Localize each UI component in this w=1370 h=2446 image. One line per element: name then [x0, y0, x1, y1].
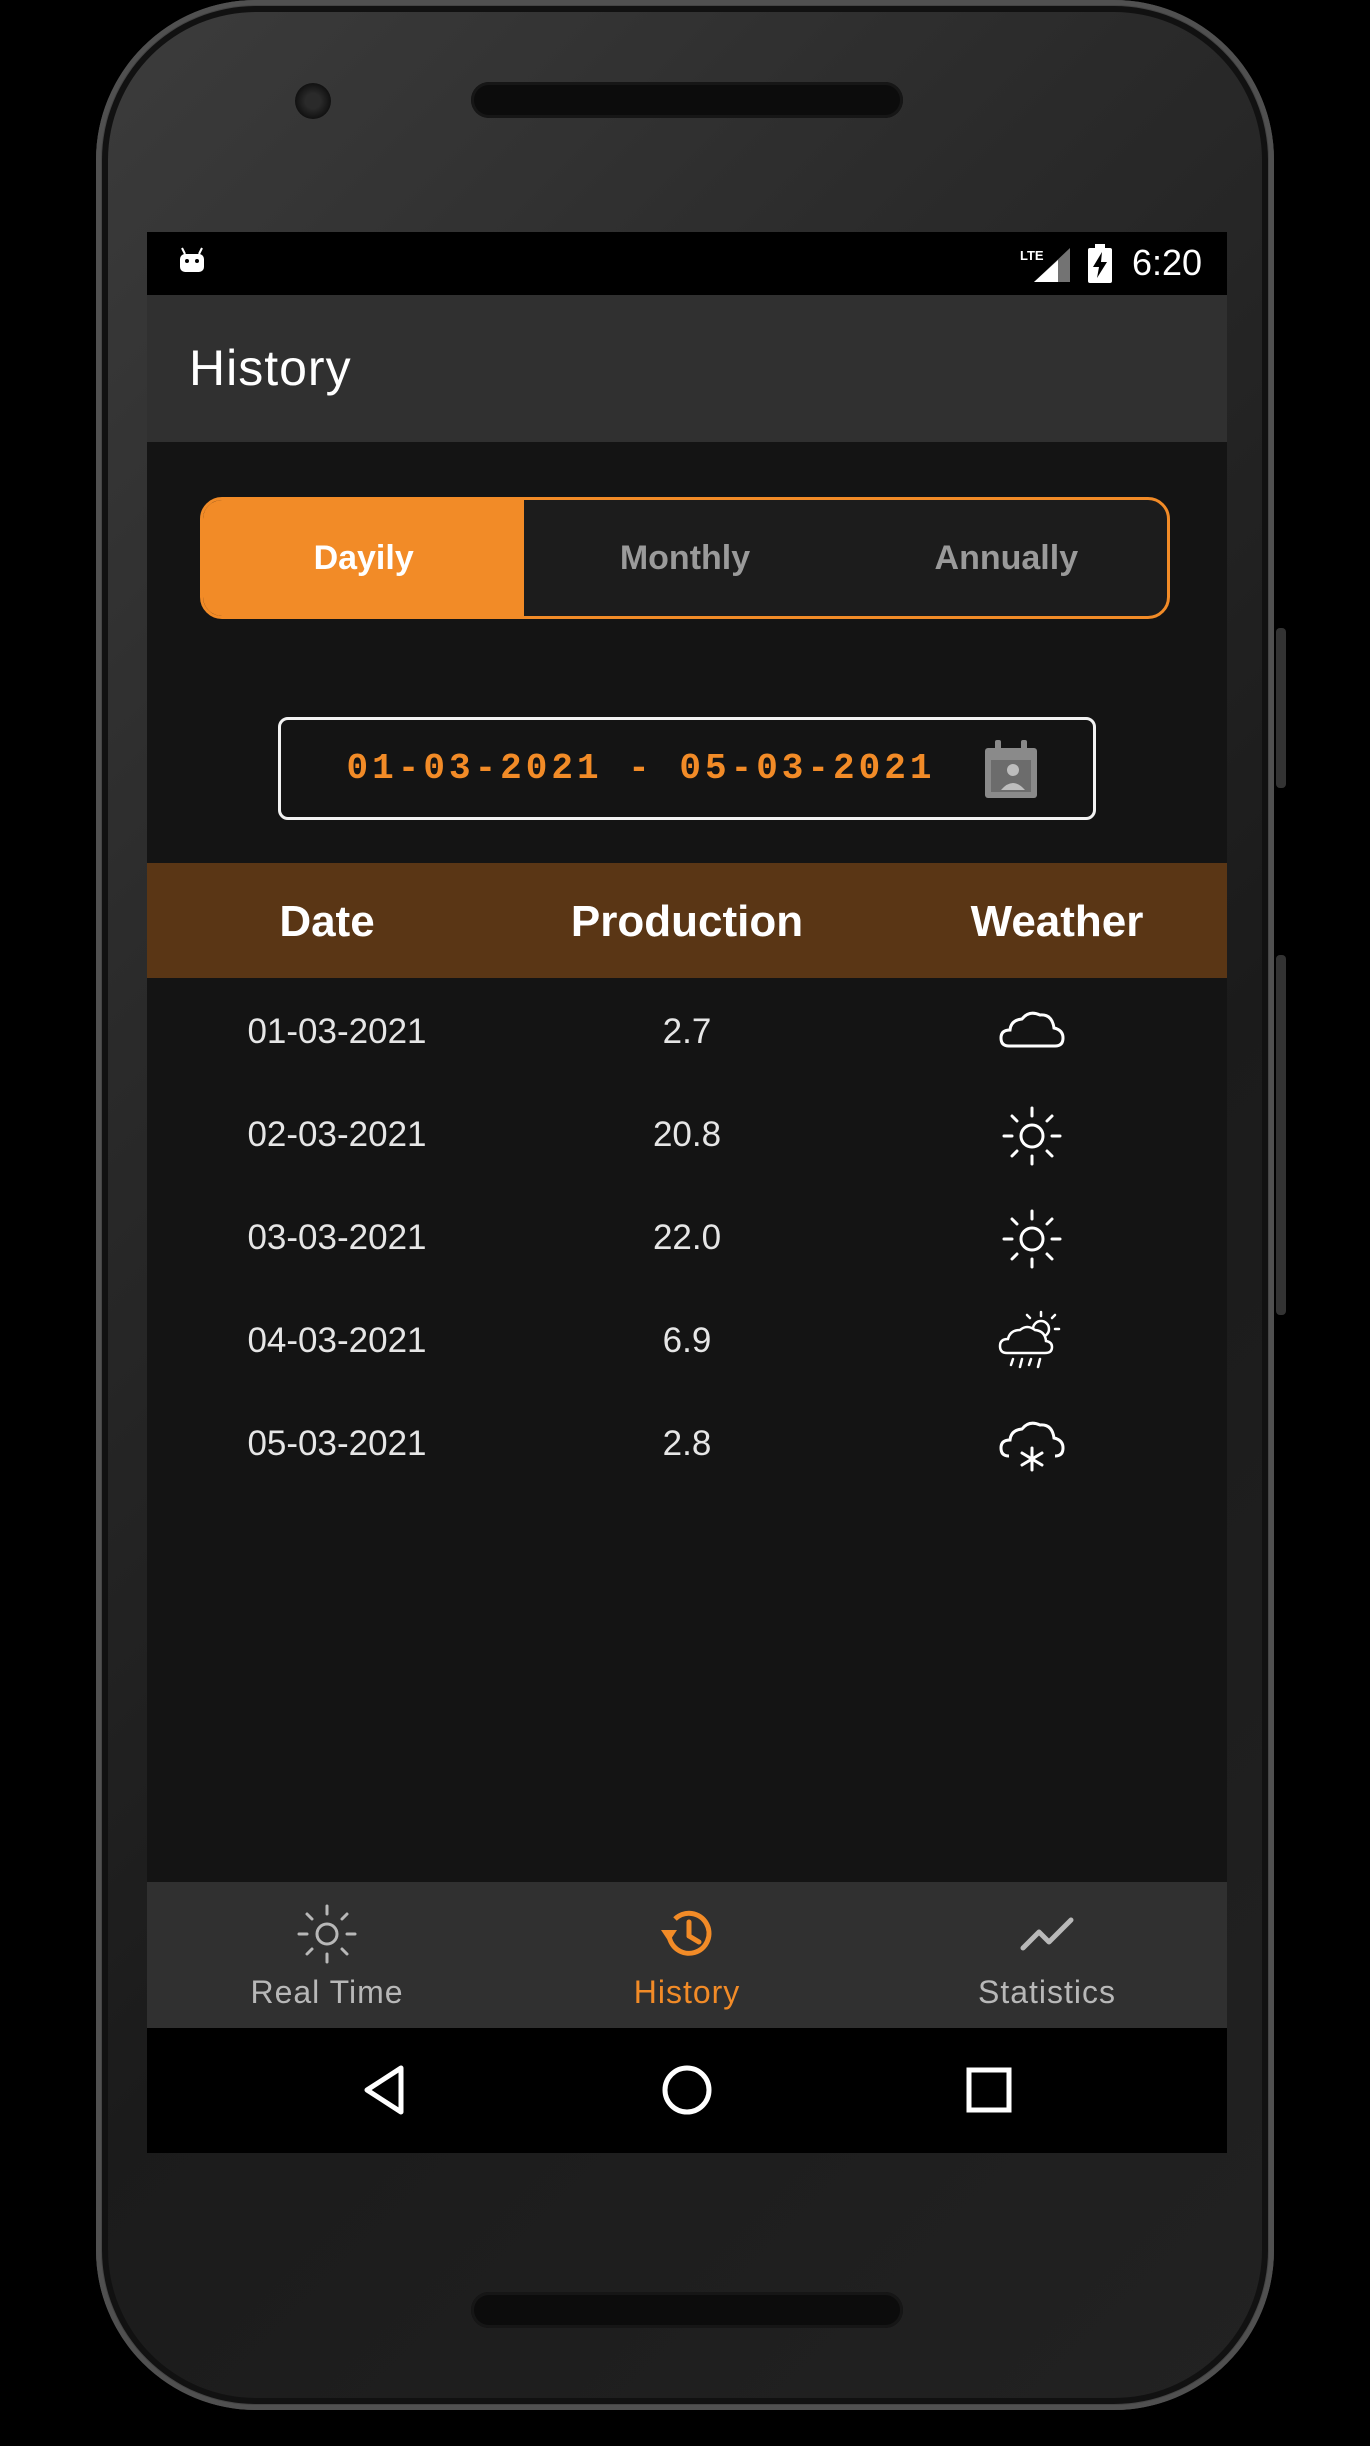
table-row: 02-03-2021 20.8 [147, 1085, 1227, 1188]
nav-item-history[interactable]: History [507, 1882, 867, 2028]
bottom-speaker [471, 2292, 903, 2328]
partly-cloudy-rain-icon [998, 1310, 1061, 1369]
nav-label-real-time: Real Time [250, 1974, 404, 2010]
tab-monthly[interactable]: Monthly [524, 500, 845, 616]
status-time: 6:20 [1132, 242, 1203, 283]
tab-daily[interactable]: Dayily [203, 500, 525, 616]
row-date: 02-03-2021 [247, 1115, 427, 1154]
power-button [1276, 955, 1286, 1315]
row-date: 05-03-2021 [247, 1424, 427, 1463]
trend-line-icon [1020, 1917, 1074, 1951]
period-tabs: Dayily Monthly Annually [200, 497, 1170, 619]
system-navigation [147, 2028, 1227, 2153]
row-date: 03-03-2021 [247, 1218, 427, 1257]
sun-icon [297, 1904, 357, 1964]
row-production: 2.7 [662, 1012, 712, 1051]
status-bar: LTE 6:20 [147, 232, 1227, 295]
nav-item-statistics[interactable]: Statistics [867, 1882, 1227, 2028]
nav-label-statistics: Statistics [977, 1974, 1117, 2010]
page-title: History [189, 340, 352, 396]
table-row: 05-03-2021 2.8 [147, 1394, 1227, 1497]
tab-annually[interactable]: Annually [846, 500, 1167, 616]
screen: LTE 6:20 History Dayily Monthly Annually… [147, 232, 1227, 2153]
table-header: Date Production Weather [147, 863, 1227, 978]
date-range-value: 01-03-2021 - 05-03-2021 [346, 748, 936, 789]
snow-cloud-icon [999, 1421, 1065, 1472]
cloudy-icon [999, 1011, 1065, 1048]
row-production: 20.8 [652, 1115, 722, 1154]
table-row: 01-03-2021 2.7 [147, 982, 1227, 1085]
battery-charging-icon [1088, 244, 1112, 283]
column-header-weather: Weather [970, 897, 1144, 946]
column-header-production: Production [570, 897, 804, 946]
lte-signal-icon: LTE [1020, 248, 1070, 282]
sunny-icon [1002, 1209, 1062, 1269]
column-header-date: Date [279, 897, 375, 946]
recents-icon[interactable] [959, 2060, 1019, 2120]
row-production: 6.9 [662, 1321, 712, 1360]
svg-text:LTE: LTE [1020, 248, 1044, 263]
top-speaker [471, 82, 903, 118]
row-date: 04-03-2021 [247, 1321, 427, 1360]
table-row: 04-03-2021 6.9 [147, 1291, 1227, 1394]
row-production: 2.8 [662, 1424, 712, 1463]
back-icon[interactable] [355, 2060, 415, 2120]
app-bar: History [147, 295, 1227, 442]
history-icon [661, 1910, 712, 1956]
android-icon [180, 247, 204, 272]
nav-label-history: History [633, 1974, 741, 2010]
row-production: 22.0 [652, 1218, 722, 1257]
table-row: 03-03-2021 22.0 [147, 1188, 1227, 1291]
sunny-icon [1002, 1106, 1062, 1166]
nav-item-real-time[interactable]: Real Time [147, 1882, 507, 2028]
row-date: 01-03-2021 [247, 1012, 427, 1051]
calendar-icon[interactable] [981, 738, 1043, 802]
home-icon[interactable] [657, 2060, 717, 2120]
date-range-picker[interactable]: 01-03-2021 - 05-03-2021 [278, 717, 1096, 820]
volume-button [1276, 628, 1286, 788]
bottom-navigation: Real Time History Statistics [147, 1882, 1227, 2028]
front-camera [295, 83, 331, 119]
